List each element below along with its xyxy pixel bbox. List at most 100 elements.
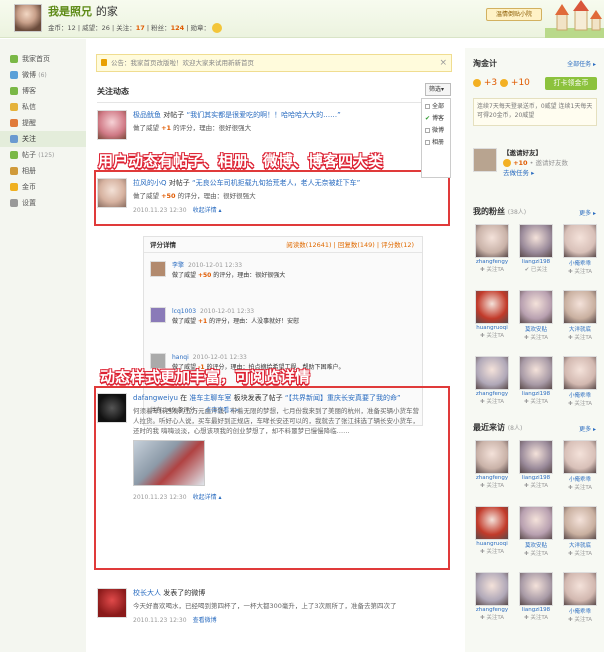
user-avatar[interactable] — [14, 4, 42, 32]
sidebar-item[interactable]: 微博 (6) — [0, 67, 86, 83]
sidebar-item[interactable]: 金币 — [0, 179, 86, 195]
avatar[interactable] — [563, 440, 597, 474]
fans-more-link[interactable]: 更多 ▸ — [579, 208, 596, 217]
filter-option-album[interactable]: 相册 — [422, 137, 450, 149]
follow-link[interactable]: ✚ 关注TA — [559, 333, 601, 341]
sidebar-item[interactable]: 提醒 — [0, 115, 86, 131]
avatar[interactable] — [475, 224, 509, 258]
visitor-card[interactable]: 小俺乖乖 ✚ 关注TA — [559, 572, 601, 623]
follow-link[interactable]: ✔ 已关注 — [515, 265, 557, 273]
follow-link[interactable]: ✚ 关注TA — [515, 397, 557, 405]
view-weibo-link[interactable]: 查看微博 — [193, 617, 217, 624]
avatar[interactable] — [563, 506, 597, 540]
follow-link[interactable]: ✚ 关注TA — [471, 547, 513, 555]
user-avatar[interactable] — [97, 588, 127, 618]
follow-link[interactable]: ✚ 关注TA — [471, 265, 513, 273]
sidebar-item[interactable]: 帖子 (125) — [0, 147, 86, 163]
fan-card[interactable]: huangruoqi ✚ 关注TA — [471, 290, 513, 339]
avatar[interactable] — [519, 290, 553, 324]
fan-name[interactable]: 小俺乖乖 — [559, 475, 601, 483]
new-home-button[interactable]: 温情倒贴小院 — [486, 8, 542, 21]
sidebar-item[interactable]: 博客 — [0, 83, 86, 99]
fan-name[interactable]: 小俺乖乖 — [559, 607, 601, 615]
feed-user-link[interactable]: 校长大人 — [133, 589, 161, 597]
sidebar-item[interactable]: 关注 — [0, 131, 86, 147]
rating-tabs[interactable]: 阅读数(12641) | 回复数(149) | 评分数(12) — [286, 237, 414, 253]
close-icon[interactable]: × — [439, 55, 447, 71]
sidebar-icon — [10, 71, 18, 79]
follow-link[interactable]: ✚ 关注TA — [471, 613, 513, 621]
fan-card[interactable]: 小俺乖乖 ✚ 关注TA — [559, 224, 601, 275]
follow-link[interactable]: ✚ 关注TA — [559, 267, 601, 275]
sidebar-item[interactable]: 私信 — [0, 99, 86, 115]
follow-link[interactable]: ✚ 关注TA — [559, 483, 601, 491]
fan-card[interactable]: 莫欢安贴 ✚ 关注TA — [515, 290, 557, 341]
follow-link[interactable]: ✚ 关注TA — [471, 331, 513, 339]
avatar[interactable] — [519, 506, 553, 540]
visitor-card[interactable]: 小俺乖乖 ✚ 关注TA — [559, 440, 601, 491]
follow-link[interactable]: ✚ 关注TA — [471, 397, 513, 405]
user-avatar[interactable] — [150, 261, 166, 277]
filter-option-all[interactable]: 全部 — [422, 101, 450, 113]
checkin-button[interactable]: 打卡领金币 — [545, 77, 597, 90]
fan-name[interactable]: 莫欢安贴 — [515, 325, 557, 333]
coin-rewards: +3 +10 — [473, 78, 530, 88]
sidebar-item[interactable]: 相册 — [0, 163, 86, 179]
feed-user-link[interactable]: 极品鱿鱼 — [133, 111, 161, 119]
user-avatar[interactable] — [150, 307, 166, 323]
avatar[interactable] — [475, 572, 509, 606]
fan-card[interactable]: liangzi198 ✚ 关注TA — [515, 356, 557, 405]
filter-option-weibo[interactable]: 微博 — [422, 125, 450, 137]
sidebar-item[interactable]: 我家首页 — [0, 51, 86, 67]
follow-link[interactable]: ✚ 关注TA — [515, 481, 557, 489]
fan-name[interactable]: 大洋就底 — [559, 541, 601, 549]
follow-link[interactable]: ✚ 关注TA — [515, 333, 557, 341]
header: 我是照兄 的家 金币：12 | 威望：26 | 关注：17 | 粉丝：124 |… — [0, 0, 604, 38]
visitor-card[interactable]: 大洋就底 ✚ 关注TA — [559, 506, 601, 557]
avatar[interactable] — [519, 356, 553, 390]
fan-name[interactable]: 莫欢安贴 — [515, 541, 557, 549]
do-task-link[interactable]: 去做任务 ▸ — [503, 169, 534, 177]
visitor-card[interactable]: 莫欢安贴 ✚ 关注TA — [515, 506, 557, 557]
filter-option-blog[interactable]: ✔ 博客 — [422, 113, 450, 125]
fan-card[interactable]: 大洋就底 ✚ 关注TA — [559, 290, 601, 341]
feed-post-link[interactable]: “我们其实都是很爱吃的啊！！哈哈哈大大的……” — [186, 111, 340, 119]
visitor-card[interactable]: huangruoqi ✚ 关注TA — [471, 506, 513, 555]
fan-card[interactable]: zhangfengy ✚ 关注TA — [471, 224, 513, 273]
follow-link[interactable]: ✚ 关注TA — [471, 481, 513, 489]
fan-card[interactable]: liangzi198 ✔ 已关注 — [515, 224, 557, 273]
sidebar-item[interactable]: 设置 — [0, 195, 86, 211]
follow-link[interactable]: ✚ 关注TA — [559, 615, 601, 623]
fan-card[interactable]: zhangfengy ✚ 关注TA — [471, 356, 513, 405]
follow-link[interactable]: ✚ 关注TA — [559, 549, 601, 557]
avatar[interactable] — [475, 506, 509, 540]
avatar[interactable] — [519, 440, 553, 474]
filter-dropdown[interactable]: 筛选▾ — [425, 83, 451, 96]
visitor-card[interactable]: zhangfengy ✚ 关注TA — [471, 572, 513, 621]
follow-link[interactable]: ✚ 关注TA — [559, 399, 601, 407]
avatar[interactable] — [563, 356, 597, 390]
avatar[interactable] — [563, 290, 597, 324]
fan-card[interactable]: 小俺乖乖 ✚ 关注TA — [559, 356, 601, 407]
visitors-more-link[interactable]: 更多 ▸ — [579, 424, 596, 433]
avatar[interactable] — [475, 290, 509, 324]
fan-name[interactable]: 小俺乖乖 — [559, 391, 601, 399]
fan-name[interactable]: 大洋就底 — [559, 325, 601, 333]
follow-link[interactable]: ✚ 关注TA — [515, 613, 557, 621]
fan-name[interactable]: 小俺乖乖 — [559, 259, 601, 267]
medal-icon — [212, 23, 222, 33]
avatar[interactable] — [563, 224, 597, 258]
visitor-card[interactable]: liangzi198 ✚ 关注TA — [515, 440, 557, 489]
sidebar-icon — [10, 135, 18, 143]
all-tasks-link[interactable]: 全部任务 ▸ — [567, 59, 596, 68]
avatar[interactable] — [563, 572, 597, 606]
avatar[interactable] — [519, 572, 553, 606]
visitor-card[interactable]: zhangfengy ✚ 关注TA — [471, 440, 513, 489]
visitor-card[interactable]: liangzi198 ✚ 关注TA — [515, 572, 557, 621]
avatar[interactable] — [519, 224, 553, 258]
notice-bar: 公告：我家首页改版啦！欢迎大家来试用新新首页 × — [96, 54, 452, 72]
avatar[interactable] — [475, 356, 509, 390]
user-avatar[interactable] — [97, 110, 127, 140]
avatar[interactable] — [475, 440, 509, 474]
follow-link[interactable]: ✚ 关注TA — [515, 549, 557, 557]
